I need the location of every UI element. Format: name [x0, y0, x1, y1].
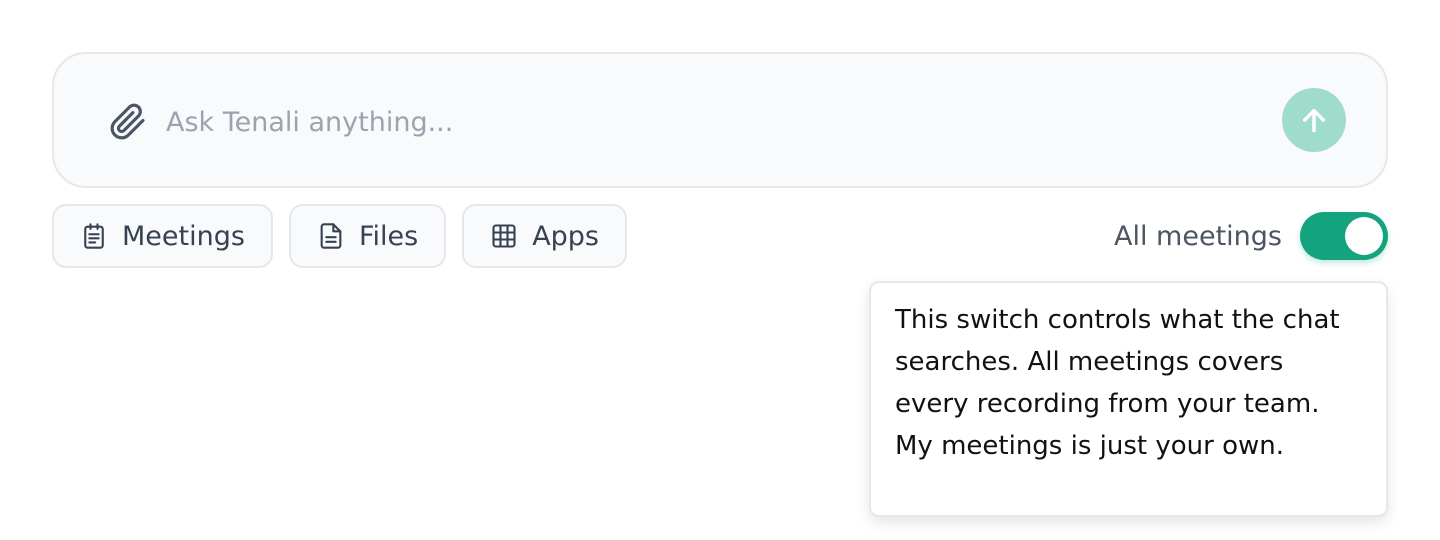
meetings-chip[interactable]: Meetings — [52, 204, 273, 268]
paperclip-icon — [110, 103, 145, 140]
apps-chip-label: Apps — [532, 220, 600, 252]
toggle-knob — [1345, 217, 1383, 255]
send-button[interactable] — [1282, 88, 1346, 152]
files-chip[interactable]: Files — [288, 204, 447, 268]
chat-input[interactable] — [166, 92, 1246, 152]
source-chips: Meetings Files Apps — [52, 204, 628, 268]
scope-toggle[interactable] — [1300, 212, 1388, 260]
chat-composer: Meetings Files — [0, 0, 1440, 540]
chat-input-box — [52, 52, 1388, 188]
files-chip-label: Files — [358, 220, 419, 252]
arrow-up-icon — [1302, 108, 1326, 133]
attach-button[interactable] — [108, 102, 148, 142]
clipboard-icon — [80, 222, 108, 250]
meeting-scope-control: All meetings — [1114, 212, 1388, 260]
grid-icon — [490, 222, 518, 250]
meetings-chip-label: Meetings — [122, 220, 245, 252]
scope-toggle-label: All meetings — [1114, 220, 1282, 252]
scope-tooltip: This switch controls what the chat searc… — [869, 281, 1388, 517]
apps-chip[interactable]: Apps — [462, 204, 628, 268]
tooltip-text: This switch controls what the chat searc… — [895, 305, 1340, 461]
document-icon — [317, 222, 345, 250]
